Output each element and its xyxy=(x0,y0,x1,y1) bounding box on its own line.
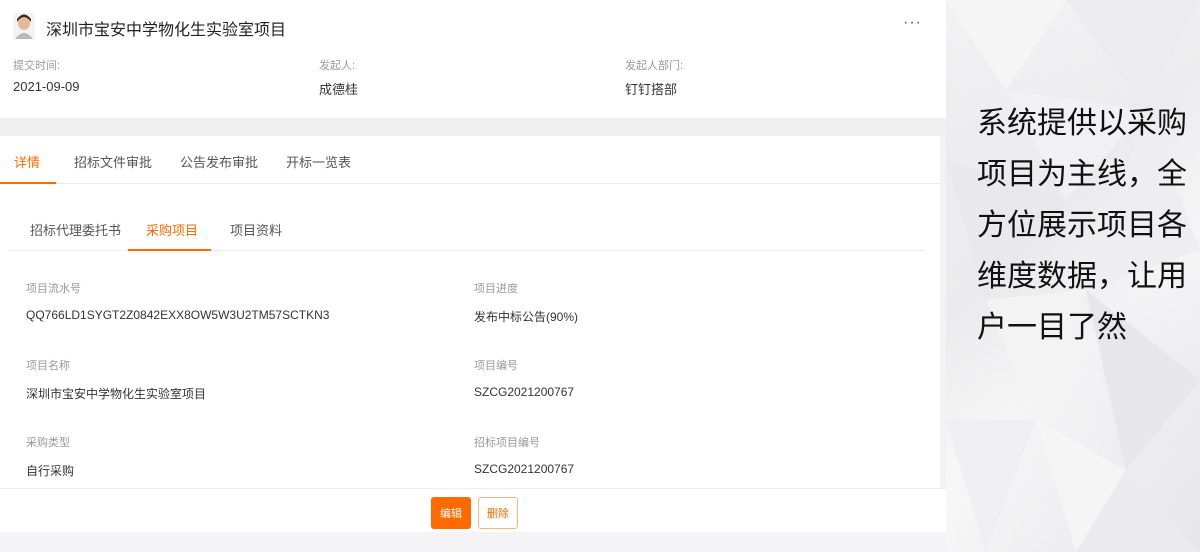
project-serial-value: QQ766LD1SYGT2Z0842EXX8OW5W3U2TM57SCTKN3 xyxy=(26,308,330,322)
initiator-department-label: 发起人部门: xyxy=(625,60,684,72)
procurement-type-value: 自行采购 xyxy=(26,464,75,478)
tab-announcement-approval[interactable]: 公告发布审批 xyxy=(180,152,258,171)
slogan-line: 项目为主线，全 xyxy=(977,157,1187,192)
initiator-value: 成德桂 xyxy=(319,82,359,97)
scrollbar-track[interactable] xyxy=(940,136,946,488)
slogan-line: 维度数据，让用 xyxy=(977,259,1187,294)
delete-button[interactable]: 删除 xyxy=(478,497,518,529)
action-bar xyxy=(0,488,946,532)
procurement-type-label: 采购类型 xyxy=(26,437,70,449)
project-progress-label: 项目进度 xyxy=(474,283,518,295)
approval-detail-window: 深圳市宝安中学物化生实验室项目 ··· 提交时间: 2021-09-09 发起人… xyxy=(0,0,946,532)
active-tab-indicator xyxy=(0,182,56,184)
initiator-department-value: 钉钉搭部 xyxy=(625,82,678,97)
project-name-value: 深圳市宝安中学物化生实验室项目 xyxy=(26,387,207,401)
submit-time-value: 2021-09-09 xyxy=(13,79,80,94)
slogan-line: 户一目了然 xyxy=(977,310,1127,345)
page-title: 深圳市宝安中学物化生实验室项目 xyxy=(46,22,287,39)
project-serial-label: 项目流水号 xyxy=(26,283,81,295)
sub-tabs: 招标代理委托书 采购项目 项目资料 xyxy=(10,205,925,251)
subtab-procurement-project[interactable]: 采购项目 xyxy=(146,220,198,239)
tender-project-number-value: SZCG2021200767 xyxy=(474,462,575,476)
project-name-label: 项目名称 xyxy=(26,360,70,372)
slogan-line: 方位展示项目各 xyxy=(977,208,1187,243)
slogan-text: 系统提供以采购 项目为主线，全 方位展示项目各 维度数据，让用 户一目了然 xyxy=(977,98,1187,353)
section-divider xyxy=(0,118,946,136)
tab-details[interactable]: 详情 xyxy=(14,152,40,171)
edit-button[interactable]: 编辑 xyxy=(431,497,471,529)
project-number-value: SZCG2021200767 xyxy=(474,385,575,399)
main-tabs: 详情 招标文件审批 公告发布审批 开标一览表 xyxy=(0,136,940,184)
subtab-agency-entrustment[interactable]: 招标代理委托书 xyxy=(30,220,121,239)
tab-bid-opening-list[interactable]: 开标一览表 xyxy=(286,152,351,171)
initiator-label: 发起人: xyxy=(319,60,356,72)
subtab-project-documents[interactable]: 项目资料 xyxy=(230,220,282,239)
submit-time-label: 提交时间: xyxy=(13,60,61,72)
tender-project-number-label: 招标项目编号 xyxy=(474,437,540,449)
slogan-line: 系统提供以采购 xyxy=(977,106,1187,141)
active-subtab-indicator xyxy=(128,249,211,251)
more-options-icon[interactable]: ··· xyxy=(903,14,922,32)
user-avatar-icon xyxy=(13,13,35,39)
project-progress-value: 发布中标公告(90%) xyxy=(474,310,579,324)
project-number-label: 项目编号 xyxy=(474,360,518,372)
approval-header: 深圳市宝安中学物化生实验室项目 ··· 提交时间: 2021-09-09 发起人… xyxy=(0,0,946,118)
tab-tender-document-approval[interactable]: 招标文件审批 xyxy=(74,152,152,171)
avatar xyxy=(13,13,35,39)
